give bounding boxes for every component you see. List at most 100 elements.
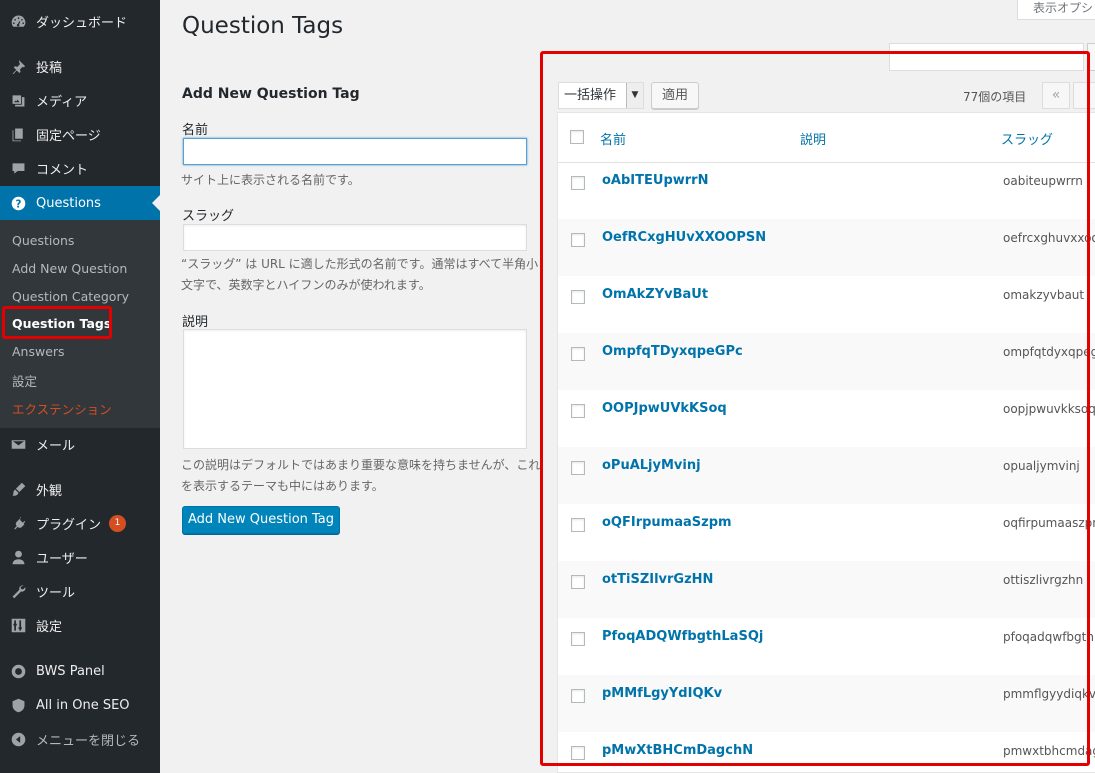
table-row: OmAkZYvBaUt omakzyvbaut bbox=[558, 276, 1095, 333]
page-number-input[interactable] bbox=[1073, 82, 1095, 109]
row-checkbox[interactable] bbox=[571, 290, 585, 304]
row-checkbox[interactable] bbox=[571, 575, 585, 589]
row-checkbox[interactable] bbox=[571, 689, 585, 703]
apply-button[interactable]: 適用 bbox=[651, 82, 699, 109]
tag-slug: ompfqtdyxqpeg bbox=[1003, 345, 1095, 359]
slug-label: スラッグ bbox=[182, 209, 235, 224]
question-icon: ? bbox=[9, 194, 27, 212]
menu-users-label: ユーザー bbox=[36, 551, 88, 567]
search-tags-button[interactable] bbox=[1087, 43, 1095, 71]
menu-posts[interactable]: 投稿 bbox=[0, 49, 160, 83]
tag-name-link[interactable]: otTiSZIlvrGzHN bbox=[602, 572, 713, 587]
menu-collapse[interactable]: メニューを閉じる bbox=[0, 722, 160, 756]
menu-tools[interactable]: ツール bbox=[0, 574, 160, 608]
submenu-add-new-question[interactable]: Add New Question bbox=[12, 261, 127, 276]
menu-questions[interactable]: ? Questions bbox=[0, 186, 160, 220]
row-checkbox[interactable] bbox=[571, 632, 585, 646]
menu-mail[interactable]: メール bbox=[0, 427, 160, 461]
slug-help-line-1: “スラッグ” は URL に適した形式の名前です。通常はすべて半角小 bbox=[181, 257, 539, 271]
table-row: pMMfLgyYdIQKv pmmflgyydiqkv bbox=[558, 675, 1095, 732]
name-help-text: サイト上に表示される名前です。 bbox=[181, 173, 360, 187]
table-row: OefRCxgHUvXXOOPSN oefrcxghuvxxoo bbox=[558, 219, 1095, 276]
tag-description-textarea[interactable] bbox=[183, 329, 527, 449]
row-checkbox[interactable] bbox=[571, 233, 585, 247]
menu-settings-label: 設定 bbox=[36, 619, 63, 635]
tags-table: 名前 説明 スラッグ oAbITEUpwrrN oabiteupwrrn Oef… bbox=[557, 112, 1095, 773]
row-checkbox[interactable] bbox=[571, 176, 585, 190]
wrench-icon bbox=[9, 582, 27, 600]
items-count: 77個の項目 bbox=[963, 90, 1027, 104]
menu-comments[interactable]: コメント bbox=[0, 151, 160, 185]
bulk-action-value: 一括操作 bbox=[564, 88, 617, 103]
submenu-questions[interactable]: Questions bbox=[12, 233, 74, 248]
tag-name-link[interactable]: OOPJpwUVkKSoq bbox=[602, 401, 727, 416]
column-slug-header[interactable]: スラッグ bbox=[1001, 129, 1053, 148]
menu-mail-label: メール bbox=[36, 438, 76, 454]
tag-slug: pmmflgyydiqkv bbox=[1003, 687, 1095, 701]
add-new-tag-button[interactable]: Add New Question Tag bbox=[182, 506, 340, 534]
tag-slug: omakzyvbaut bbox=[1003, 288, 1085, 302]
tag-name-link[interactable]: pMwXtBHCmDagchN bbox=[602, 743, 753, 758]
mail-icon bbox=[9, 435, 27, 453]
tag-name-input[interactable] bbox=[183, 138, 527, 165]
tag-name-link[interactable]: oAbITEUpwrrN bbox=[602, 173, 708, 188]
menu-all-in-one-seo-label: All in One SEO bbox=[36, 697, 130, 713]
table-row: oAbITEUpwrrN oabiteupwrrn bbox=[558, 162, 1095, 219]
screen-options-button[interactable]: 表示オプション bbox=[1017, 0, 1095, 20]
tag-name-link[interactable]: OmAkZYvBaUt bbox=[602, 287, 708, 302]
tag-name-link[interactable]: OmpfqTDyxqpeGPc bbox=[602, 344, 743, 359]
search-tags-input[interactable] bbox=[889, 43, 1084, 71]
menu-questions-label: Questions bbox=[36, 195, 101, 211]
tag-name-link[interactable]: OefRCxgHUvXXOOPSN bbox=[602, 230, 766, 245]
row-checkbox[interactable] bbox=[571, 347, 585, 361]
prev-page-button[interactable]: « bbox=[1042, 82, 1070, 109]
tag-slug-input[interactable] bbox=[183, 224, 527, 251]
column-description-header[interactable]: 説明 bbox=[800, 129, 826, 148]
column-name-header[interactable]: 名前 bbox=[600, 129, 626, 148]
pin-icon bbox=[9, 57, 27, 75]
menu-separator bbox=[0, 648, 160, 649]
name-label: 名前 bbox=[182, 123, 209, 138]
submenu-question-category[interactable]: Question Category bbox=[12, 289, 129, 304]
menu-pages-label: 固定ページ bbox=[36, 128, 101, 144]
tag-slug: oopjpwuvkksoq bbox=[1003, 402, 1095, 416]
row-checkbox[interactable] bbox=[571, 518, 585, 532]
menu-settings[interactable]: 設定 bbox=[0, 608, 160, 642]
bulk-action-select[interactable]: 一括操作 ▼ bbox=[558, 82, 644, 109]
plugin-update-badge: 1 bbox=[109, 514, 127, 532]
table-row: PfoqADQWfbgthLaSQj pfoqadqwfbgth bbox=[558, 618, 1095, 675]
menu-appearance-label: 外観 bbox=[36, 483, 63, 499]
menu-all-in-one-seo[interactable]: All in One SEO bbox=[0, 688, 160, 722]
table-row: OmpfqTDyxqpeGPc ompfqtdyxqpeg bbox=[558, 333, 1095, 390]
row-checkbox[interactable] bbox=[571, 746, 585, 760]
dashboard-icon bbox=[9, 12, 27, 30]
description-help-line-1: この説明はデフォルトではあまり重要な意味を持ちませんが、これ bbox=[181, 458, 541, 472]
tag-name-link[interactable]: oQFIrpumaaSzpm bbox=[602, 515, 732, 530]
media-icon bbox=[9, 91, 27, 109]
menu-media[interactable]: メディア bbox=[0, 83, 160, 117]
submenu-settings[interactable]: 設定 bbox=[12, 371, 37, 390]
menu-pages[interactable]: 固定ページ bbox=[0, 117, 160, 151]
menu-dashboard[interactable]: ダッシュボード bbox=[0, 4, 160, 38]
row-checkbox[interactable] bbox=[571, 404, 585, 418]
brush-icon bbox=[9, 480, 27, 498]
menu-plugins[interactable]: プラグイン 1 bbox=[0, 506, 160, 540]
menu-media-label: メディア bbox=[36, 94, 88, 110]
submenu-answers[interactable]: Answers bbox=[12, 344, 65, 359]
menu-plugins-label: プラグイン bbox=[36, 517, 102, 533]
page-icon bbox=[9, 125, 27, 143]
submenu-extensions[interactable]: エクステンション bbox=[12, 399, 112, 418]
menu-comments-label: コメント bbox=[36, 162, 89, 178]
add-new-tag-heading: Add New Question Tag bbox=[182, 86, 360, 102]
tag-name-link[interactable]: PfoqADQWfbgthLaSQj bbox=[602, 629, 763, 644]
chevron-down-icon: ▼ bbox=[626, 83, 643, 108]
table-row: oQFIrpumaaSzpm oqfirpumaaszpr bbox=[558, 504, 1095, 561]
row-checkbox[interactable] bbox=[571, 461, 585, 475]
menu-appearance[interactable]: 外観 bbox=[0, 472, 160, 506]
menu-bws-panel[interactable]: BWS Panel bbox=[0, 654, 160, 688]
select-all-checkbox[interactable] bbox=[570, 130, 584, 144]
tag-name-link[interactable]: pMMfLgyYdIQKv bbox=[602, 686, 722, 701]
tag-name-link[interactable]: oPuALjyMvinj bbox=[602, 458, 701, 473]
plugin-icon bbox=[9, 514, 27, 532]
menu-users[interactable]: ユーザー bbox=[0, 540, 160, 574]
